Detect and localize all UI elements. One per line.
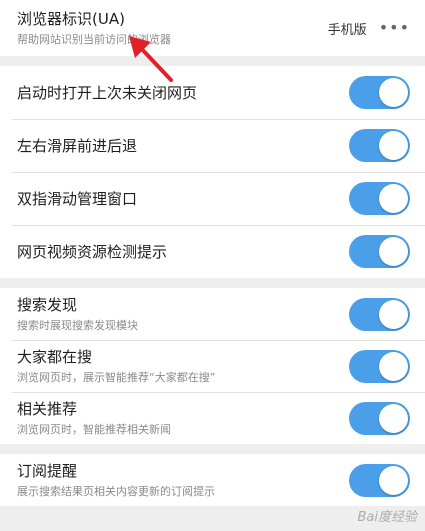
setting-description: 浏览网页时，智能推荐相关新闻 — [17, 423, 171, 436]
setting-row-trending-searches[interactable]: 大家都在搜 浏览网页时，展示智能推荐“大家都在搜” — [0, 340, 425, 392]
setting-row-restore-pages[interactable]: 启动时打开上次未关闭网页 — [0, 66, 425, 119]
red-arrow-annotation — [129, 36, 173, 82]
browsing-settings-group: 启动时打开上次未关闭网页 左右滑屏前进后退 双指滑动管理窗口 网页视频资源检测提… — [0, 66, 425, 278]
ua-setting-row[interactable]: 浏览器标识(UA) 帮助网站识别当前访问的浏览器 手机版 ••• — [0, 0, 425, 56]
ua-value[interactable]: 手机版 — [328, 19, 367, 38]
setting-label: 大家都在搜 — [17, 348, 93, 366]
setting-row-search-discovery[interactable]: 搜索发现 搜索时展现搜索发现模块 — [0, 288, 425, 340]
toggle-switch[interactable] — [349, 182, 410, 215]
toggle-switch[interactable] — [349, 297, 410, 331]
setting-description: 展示搜索结果页相关内容更新的订阅提示 — [17, 485, 215, 498]
setting-label: 相关推荐 — [17, 400, 78, 418]
setting-label: 网页视频资源检测提示 — [17, 242, 168, 261]
section-gap — [0, 444, 425, 454]
toggle-knob — [379, 78, 408, 107]
toggle-switch[interactable] — [349, 129, 410, 162]
toggle-knob — [379, 237, 408, 266]
setting-label: 双指滑动管理窗口 — [17, 189, 138, 208]
toggle-knob — [379, 299, 408, 329]
setting-label: 订阅提醒 — [17, 462, 78, 480]
toggle-knob — [379, 184, 408, 213]
watermark-logo: Bai度经验 — [357, 510, 418, 525]
toggle-switch[interactable] — [349, 463, 410, 497]
toggle-switch[interactable] — [349, 235, 410, 268]
setting-label: 左右滑屏前进后退 — [17, 136, 138, 155]
toggle-knob — [379, 351, 408, 381]
toggle-knob — [379, 131, 408, 160]
toggle-switch[interactable] — [349, 401, 410, 435]
setting-row-subscription-reminder[interactable]: 订阅提醒 展示搜索结果页相关内容更新的订阅提示 — [0, 454, 425, 506]
setting-row-swipe-navigation[interactable]: 左右滑屏前进后退 — [0, 119, 425, 172]
setting-description: 浏览网页时，展示智能推荐“大家都在搜” — [17, 371, 216, 384]
toggle-switch[interactable] — [349, 76, 410, 109]
search-settings-group: 搜索发现 搜索时展现搜索发现模块 大家都在搜 浏览网页时，展示智能推荐“大家都在… — [0, 288, 425, 444]
more-dots-icon[interactable]: ••• — [379, 20, 410, 36]
setting-row-two-finger-windows[interactable]: 双指滑动管理窗口 — [0, 172, 425, 225]
setting-label: 搜索发现 — [17, 296, 78, 314]
toggle-knob — [379, 465, 408, 495]
section-gap — [0, 278, 425, 288]
subscription-settings-group: 订阅提醒 展示搜索结果页相关内容更新的订阅提示 — [0, 454, 425, 506]
ua-title: 浏览器标识(UA) — [17, 10, 125, 28]
setting-row-video-detection[interactable]: 网页视频资源检测提示 — [0, 225, 425, 278]
toggle-knob — [379, 403, 408, 433]
section-gap — [0, 56, 425, 66]
setting-description: 搜索时展现搜索发现模块 — [17, 319, 138, 332]
toggle-switch[interactable] — [349, 349, 410, 383]
setting-row-related-recommendations[interactable]: 相关推荐 浏览网页时，智能推荐相关新闻 — [0, 392, 425, 444]
